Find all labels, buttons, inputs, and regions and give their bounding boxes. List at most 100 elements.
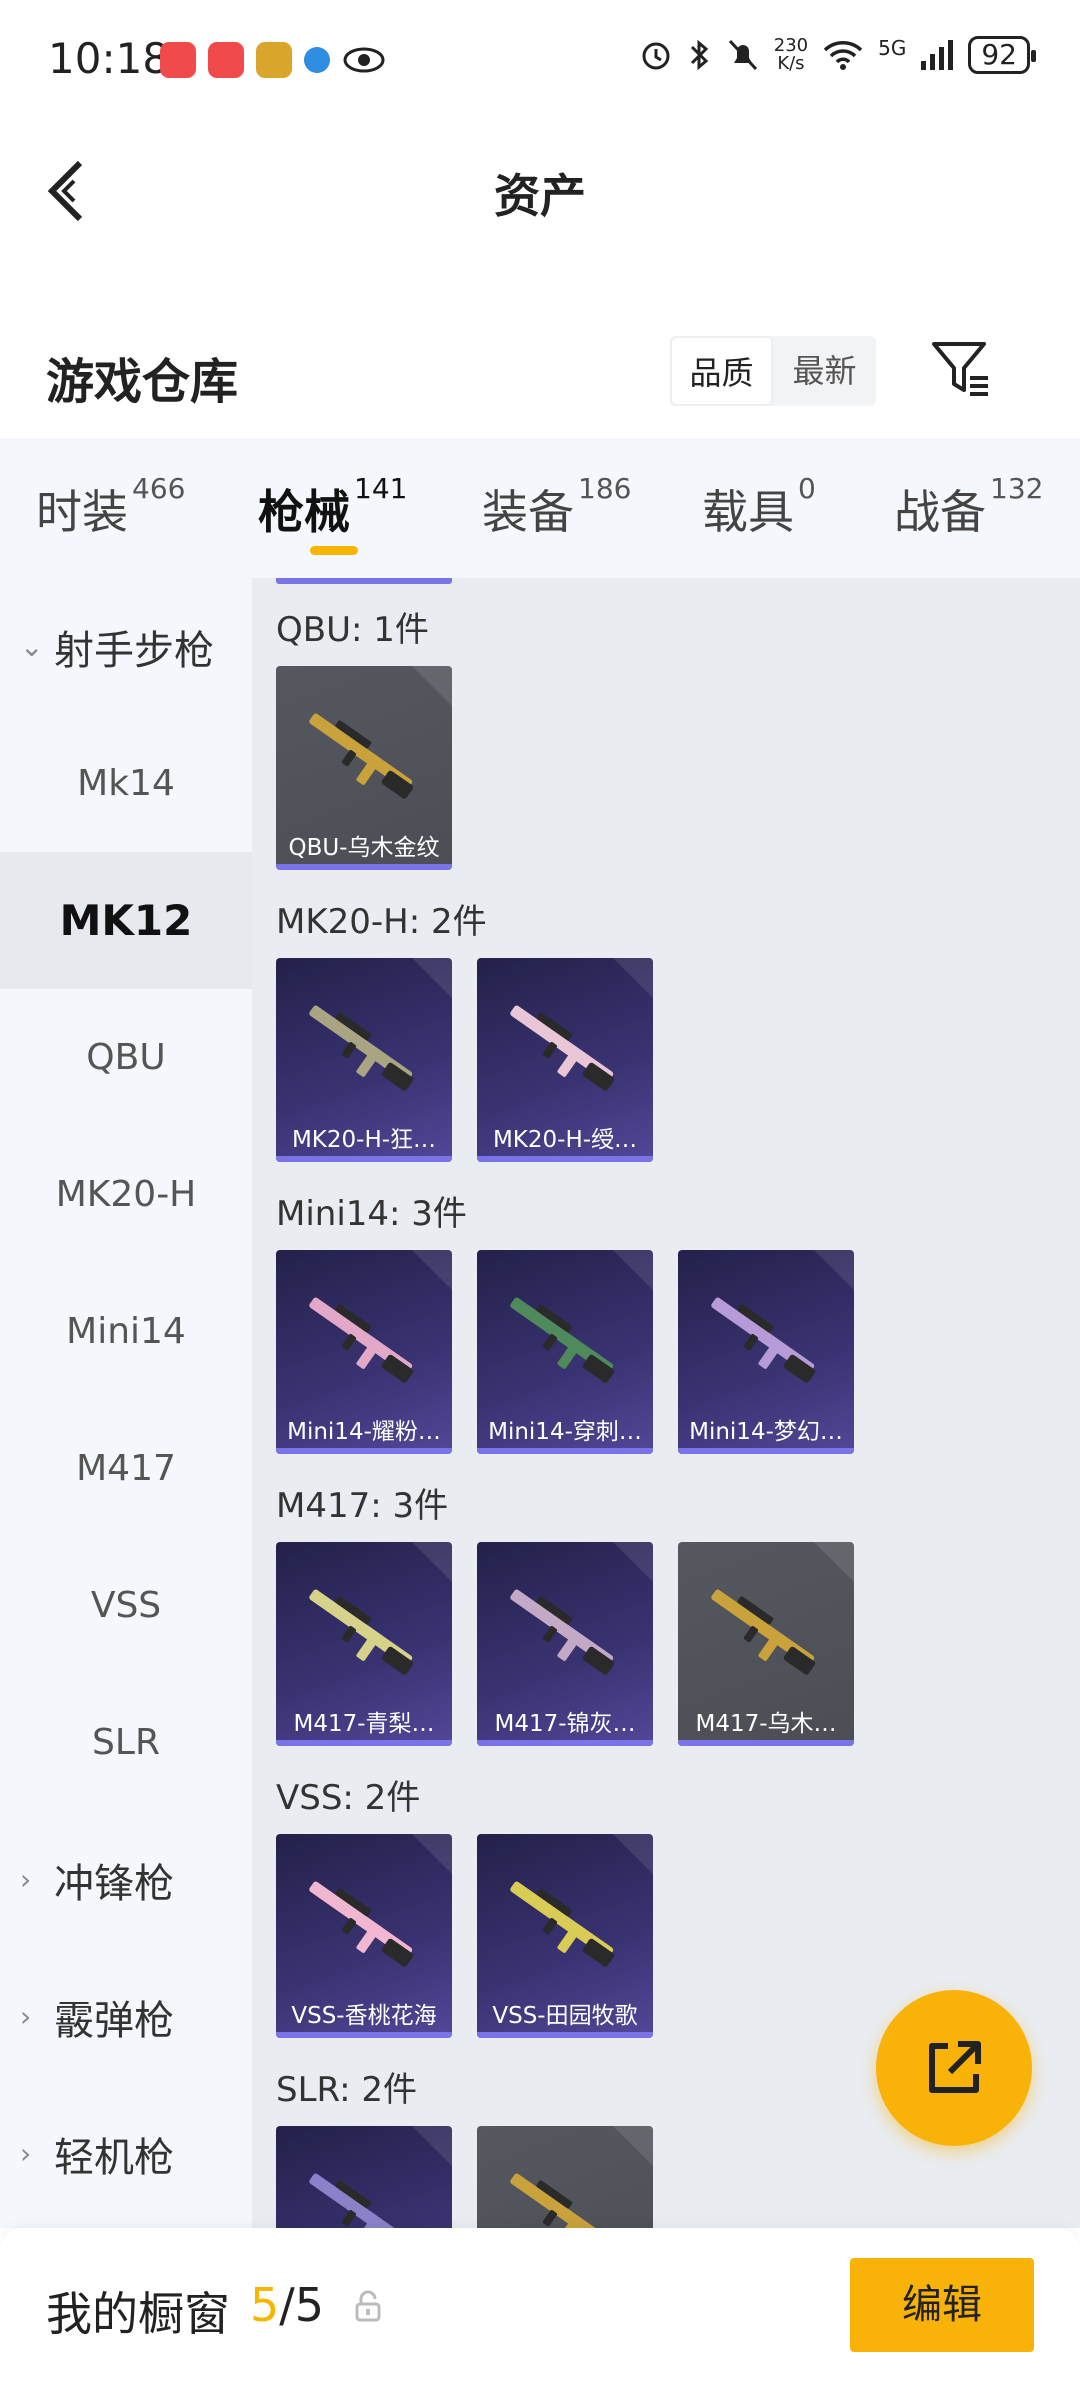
- rifle-icon: [510, 1881, 615, 1967]
- bluetooth-icon: [690, 39, 708, 71]
- weapon-skin-card[interactable]: VSS-香桃花海: [276, 1834, 452, 2038]
- weapon-skin-name: Mini14-穿刺…: [488, 1419, 642, 1445]
- mute-icon: [728, 39, 757, 71]
- weapon-skin-card[interactable]: M417-锦灰…: [477, 1542, 653, 1746]
- section-title: VSS: 2件: [276, 1778, 421, 1818]
- tab-battle-gear[interactable]: 战备 132: [894, 472, 1043, 542]
- sidebar-group-shotgun[interactable]: › 霰弹枪: [0, 1948, 252, 2085]
- weapon-skin-card[interactable]: M417-乌木…: [678, 1542, 854, 1746]
- app-header: 资产: [0, 130, 1080, 250]
- rifle-icon: [309, 1297, 414, 1383]
- showcase-bar: 我的橱窗 5/5 编辑: [0, 2228, 1080, 2382]
- sidebar-item-mk12[interactable]: MK12: [0, 852, 252, 989]
- status-bar: 10:18 230 K/s 5G 92: [0, 0, 1080, 125]
- sort-toggle: 品质 最新: [670, 336, 876, 406]
- rifle-icon: [510, 1589, 615, 1675]
- sort-option-newest[interactable]: 最新: [773, 336, 876, 406]
- tab-equipment[interactable]: 装备 186: [482, 472, 631, 542]
- rifle-icon: [510, 2173, 614, 2228]
- status-time: 10:18: [48, 34, 170, 83]
- weapon-skin-name: VSS-香桃花海: [291, 2003, 437, 2029]
- eye-icon: [343, 47, 385, 73]
- weapon-skin-card[interactable]: [276, 2126, 452, 2228]
- chevron-right-icon: ›: [20, 2000, 32, 2033]
- scroll-position-indicator: [276, 578, 452, 584]
- sidebar-item-qbu[interactable]: QBU: [0, 989, 252, 1126]
- chevron-right-icon: ›: [20, 1863, 32, 1896]
- alarm-icon: [642, 42, 670, 70]
- network-type: 5G: [878, 36, 907, 60]
- weapon-skin-card[interactable]: Mini14-耀粉…: [276, 1250, 452, 1454]
- rifle-icon: [510, 1297, 615, 1383]
- shopping-app-icon: [160, 42, 196, 78]
- weapon-skin-name: Mini14-耀粉…: [287, 1419, 441, 1445]
- share-button[interactable]: [876, 1990, 1032, 2146]
- sidebar-group-marksman-rifles[interactable]: ⌄ 射手步枪: [0, 578, 252, 715]
- status-notification-icons: [160, 42, 386, 78]
- section-title: SLR: 2件: [276, 2070, 417, 2110]
- rifle-icon: [309, 1881, 414, 1967]
- game-app-icon: [256, 42, 292, 78]
- wifi-icon: [823, 41, 863, 70]
- tab-weapons[interactable]: 枪械 141: [258, 472, 407, 542]
- warehouse-toolbar: 游戏仓库 品质 最新: [0, 320, 1080, 430]
- section-title: MK20-H: 2件: [276, 902, 487, 942]
- showcase-label: 我的橱窗: [46, 2287, 230, 2341]
- weapon-skin-name: M417-乌木…: [695, 1711, 837, 1737]
- rifle-icon: [711, 1297, 816, 1383]
- weapon-skin-card[interactable]: VSS-田园牧歌: [477, 1834, 653, 2038]
- rifle-icon: [309, 713, 414, 799]
- weapon-category-sidebar: ⌄ 射手步枪 Mk14 MK12 QBU MK20-H Mini14 M417 V…: [0, 578, 252, 2228]
- section-title: QBU: 1件: [276, 610, 429, 650]
- sidebar-group-smg[interactable]: › 冲锋枪: [0, 1811, 252, 1948]
- showcase-count: 5/5: [250, 2278, 325, 2332]
- signal-icon: [921, 40, 954, 70]
- rifle-icon: [510, 1005, 615, 1091]
- filter-button[interactable]: [928, 336, 994, 402]
- weapon-skin-name: MK20-H-绶…: [492, 1127, 638, 1153]
- sidebar-item-mk20h[interactable]: MK20-H: [0, 1126, 252, 1263]
- share-external-icon: [929, 2041, 981, 2093]
- weapon-skin-name: VSS-田园牧歌: [492, 2003, 638, 2029]
- lock-icon: [355, 2290, 381, 2322]
- weapon-skin-name: M417-青梨…: [293, 1711, 435, 1737]
- tab-fashion[interactable]: 时装 466: [36, 472, 185, 542]
- category-tabs: 时装 466 枪械 141 装备 186 载具 0 战备 132: [0, 438, 1080, 578]
- sidebar-item-vss[interactable]: VSS: [0, 1537, 252, 1674]
- sidebar-item-mini14[interactable]: Mini14: [0, 1263, 252, 1400]
- weapon-skin-card[interactable]: M417-青梨…: [276, 1542, 452, 1746]
- chevron-down-icon: ⌄: [20, 630, 44, 663]
- sidebar-item-m417[interactable]: M417: [0, 1400, 252, 1537]
- tab-vehicles[interactable]: 载具 0: [702, 472, 816, 542]
- weapon-skin-name: M417-锦灰…: [494, 1711, 636, 1737]
- weapon-grid: QBU: 1件 QBU-乌木金纹 MK20-H: 2件 MK20-H-狂… MK20-H…: [252, 578, 1080, 2228]
- rifle-icon: [309, 1005, 414, 1091]
- weapon-skin-card[interactable]: Mini14-穿刺…: [477, 1250, 653, 1454]
- shopping-app-icon: [208, 42, 244, 78]
- sort-option-quality[interactable]: 品质: [670, 336, 773, 406]
- weapon-skin-name: MK20-H-狂…: [291, 1127, 437, 1153]
- rifle-icon: [711, 1589, 816, 1675]
- weapon-skin-card[interactable]: MK20-H-绶…: [477, 958, 653, 1162]
- edit-button[interactable]: 编辑: [850, 2258, 1034, 2352]
- rifle-icon: [309, 1589, 414, 1675]
- weapon-skin-card[interactable]: [477, 2126, 653, 2228]
- weapon-skin-name: QBU-乌木金纹: [288, 835, 440, 861]
- weapon-skin-card[interactable]: Mini14-梦幻…: [678, 1250, 854, 1454]
- weapon-skin-card[interactable]: QBU-乌木金纹: [276, 666, 452, 870]
- network-speed: 230 K/s: [773, 35, 809, 74]
- status-system-icons: 230 K/s 5G 92: [638, 35, 1036, 74]
- chevron-right-icon: ›: [20, 2137, 32, 2170]
- weapon-skin-name: Mini14-梦幻…: [689, 1419, 843, 1445]
- sidebar-item-slr[interactable]: SLR: [0, 1674, 252, 1811]
- warehouse-title: 游戏仓库: [46, 354, 239, 410]
- browser-app-icon: [304, 47, 330, 73]
- section-title: Mini14: 3件: [276, 1194, 467, 1234]
- weapon-skin-card[interactable]: MK20-H-狂…: [276, 958, 452, 1162]
- active-tab-indicator: [310, 546, 358, 555]
- section-title: M417: 3件: [276, 1486, 449, 1526]
- sidebar-item-mk14[interactable]: Mk14: [0, 715, 252, 852]
- rifle-icon: [309, 2173, 413, 2228]
- sidebar-group-lmg[interactable]: › 轻机枪: [0, 2085, 252, 2222]
- battery-indicator: 92: [968, 36, 1036, 74]
